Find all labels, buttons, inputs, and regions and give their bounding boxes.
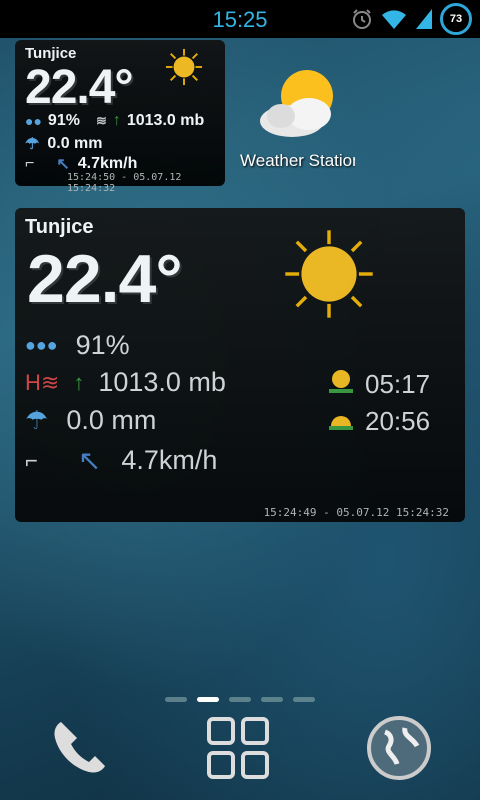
sunrise-time: 05:17 xyxy=(365,369,431,399)
wind-arrow-icon: ↖ xyxy=(56,156,70,173)
wind-value: 4.7km/h xyxy=(77,155,138,172)
weather-widget-small[interactable]: Tunjice 22.4° ●● 91% ≋ ↑ 1013.0 mb ☂ 0.0… xyxy=(15,40,225,194)
rain-value: 0.0 mm xyxy=(47,135,103,152)
alarm-icon xyxy=(350,7,374,31)
windsock-icon: ⌐ xyxy=(25,155,35,172)
battery-indicator: 73 xyxy=(440,3,472,35)
pressure-icon: ≋ xyxy=(95,113,107,128)
sun-icon xyxy=(165,48,203,91)
rain-value: 0.0 mm xyxy=(66,405,157,435)
app-label: Weather Station xyxy=(240,151,355,170)
humidity-icon: ●●● xyxy=(25,335,58,355)
sun-icon xyxy=(283,228,375,325)
battery-percent: 73 xyxy=(449,13,463,25)
phone-icon[interactable] xyxy=(47,716,111,785)
humidity-value: 91% xyxy=(47,112,80,129)
pressure-icon: H≋ xyxy=(25,369,60,395)
temperature: 22.4° xyxy=(25,61,134,114)
pressure-arrow-icon: ↑ xyxy=(112,112,121,129)
apps-grid-icon[interactable] xyxy=(205,715,271,786)
wind-value: 4.7km/h xyxy=(121,445,218,475)
sunrise-icon xyxy=(327,367,355,402)
weather-app-icon xyxy=(240,66,360,151)
signal-icon xyxy=(414,7,434,31)
sunset-time: 20:56 xyxy=(365,406,431,436)
temperature: 22.4° xyxy=(27,241,183,317)
city-name: Tunjice xyxy=(25,216,94,238)
weather-widget-large[interactable]: Tunjice 22.4° ●●● 91% H≋ ↑ 1013.0 mb ☂ 0… xyxy=(15,208,465,522)
pressure-arrow-icon: ↑ xyxy=(73,369,85,395)
browser-globe-icon[interactable] xyxy=(365,714,433,787)
humidity-icon: ●● xyxy=(25,113,42,129)
update-timestamp: 15:24:49 - 05.07.12 15:24:32 xyxy=(263,506,449,519)
weather-station-app[interactable]: Weather Station xyxy=(240,66,360,171)
dock xyxy=(0,700,480,800)
pressure-value: 1013.0 mb xyxy=(126,112,205,129)
windsock-icon: ⌐ xyxy=(25,447,38,473)
humidity-value: 91% xyxy=(75,330,130,360)
pressure-value: 1013.0 mb xyxy=(98,367,226,397)
wifi-icon xyxy=(380,7,408,31)
umbrella-icon: ☂ xyxy=(25,136,40,153)
umbrella-icon: ☂ xyxy=(25,405,49,435)
update-timestamp: 15:24:50 - 05.07.12 15:24:32 xyxy=(67,172,182,194)
status-bar: 15:25 73 xyxy=(0,0,480,38)
sunset-icon xyxy=(327,404,355,439)
wind-arrow-icon: ↖ xyxy=(77,445,102,476)
